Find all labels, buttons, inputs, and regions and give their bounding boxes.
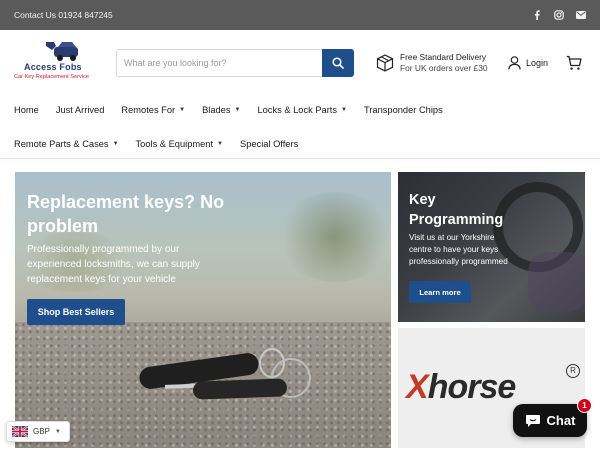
nav-row-1: Home Just Arrived Remotes For ▼ Blades ▼ L… xyxy=(14,93,586,127)
search-input[interactable] xyxy=(116,49,322,77)
promo-text: Visit us at our Yorkshire centre to have… xyxy=(409,233,508,266)
search-bar xyxy=(116,49,354,77)
chevron-down-icon: ▼ xyxy=(217,141,223,147)
xhorse-logo: Xhorse xyxy=(406,368,516,406)
main-nav: Home Just Arrived Remotes For ▼ Blades ▼ L… xyxy=(0,93,600,161)
person-shape xyxy=(528,252,585,312)
promo-title: Key Programming xyxy=(409,192,504,228)
login-link[interactable]: Login xyxy=(508,56,548,70)
chevron-down-icon: ▼ xyxy=(54,428,61,435)
chevron-down-icon: ▼ xyxy=(234,107,241,113)
logo-car-icon xyxy=(46,41,78,61)
delivery-info[interactable]: Free Standard Delivery For UK orders ove… xyxy=(376,52,488,74)
email-icon[interactable] xyxy=(576,10,586,20)
nav-item-just-arrived[interactable]: Just Arrived xyxy=(56,105,105,115)
top-bar: Contact Us 01924 847245 xyxy=(0,0,600,30)
unread-badge: 1 xyxy=(577,398,592,413)
delivery-subtitle: For UK orders over £30 xyxy=(400,63,488,73)
facebook-icon[interactable] xyxy=(532,10,542,20)
key-programming-promo[interactable]: Key Programming Visit us at our Yorkshir… xyxy=(398,172,585,322)
chevron-down-icon: ▼ xyxy=(341,107,347,113)
hero-bg-foliage xyxy=(275,192,391,282)
chat-label: Chat xyxy=(546,413,576,428)
cart-button[interactable] xyxy=(566,55,582,76)
nav-item-blades[interactable]: Blades ▼ xyxy=(202,105,240,115)
nav-item-remotes-for[interactable]: Remotes For ▼ xyxy=(121,105,185,115)
login-label: Login xyxy=(526,58,549,68)
car-key-fob xyxy=(192,378,288,400)
nav-item-special-offers[interactable]: Special Offers xyxy=(240,139,298,149)
learn-more-button[interactable]: Learn more xyxy=(409,281,471,303)
nav-item-transponder-chips[interactable]: Transponder Chips xyxy=(364,105,443,115)
box-icon xyxy=(376,54,394,72)
logo-tagline: Car Key Replacement Service xyxy=(14,73,89,80)
hero-banner[interactable]: Replacement keys? No problem Professiona… xyxy=(15,172,391,448)
hero-title: Replacement keys? No problem xyxy=(27,192,225,236)
social-links xyxy=(532,10,586,20)
chat-bubble-icon xyxy=(525,414,540,427)
contact-phone-link[interactable]: Contact Us 01924 847245 xyxy=(14,10,113,20)
cart-icon xyxy=(566,55,582,70)
chevron-down-icon: ▼ xyxy=(179,107,186,113)
uk-flag-icon xyxy=(12,426,28,437)
user-icon xyxy=(508,56,521,70)
registered-mark: R xyxy=(566,364,580,378)
nav-item-remote-parts[interactable]: Remote Parts & Cases ▼ xyxy=(14,139,119,149)
nav-item-tools[interactable]: Tools & Equipment ▼ xyxy=(136,139,223,149)
currency-selector[interactable]: GBP ▼ xyxy=(6,421,70,442)
site-header: Access Fobs Car Key Replacement Service … xyxy=(0,30,600,93)
site-logo[interactable]: Access Fobs Car Key Replacement Service xyxy=(14,38,106,86)
nav-item-locks[interactable]: Locks & Lock Parts ▼ xyxy=(257,105,347,115)
instagram-icon[interactable] xyxy=(554,10,564,20)
delivery-title: Free Standard Delivery xyxy=(400,52,487,62)
nav-divider xyxy=(0,158,600,159)
search-icon xyxy=(332,57,344,69)
nav-row-2: Remote Parts & Cases ▼ Tools & Equipment ▼… xyxy=(14,127,586,161)
chevron-down-icon: ▼ xyxy=(112,141,119,147)
currency-code: GBP xyxy=(33,427,50,436)
shop-best-sellers-button[interactable]: Shop Best Sellers xyxy=(27,299,125,325)
hero-text: Professionally programmed by our experie… xyxy=(27,244,200,285)
nav-item-home[interactable]: Home xyxy=(14,105,39,115)
logo-name: Access Fobs xyxy=(24,61,82,72)
search-button[interactable] xyxy=(322,49,354,77)
chat-widget-button[interactable]: Chat 1 xyxy=(513,398,592,437)
